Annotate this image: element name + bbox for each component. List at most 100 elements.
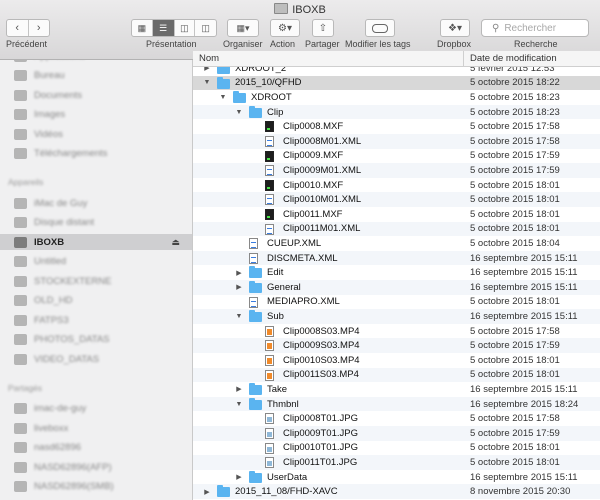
dropbox-button[interactable]: ❖▾ [440,19,470,37]
sidebar-item-label: OLD_HD [34,295,73,306]
folder-row[interactable]: ▼ Clip 5 octobre 2015 18:23 [193,104,600,120]
view-control: ▦ ☰ ◫ ◫ [131,19,217,37]
sidebar-item[interactable]: NASD62896(SMB) [0,479,192,495]
folder-row[interactable]: ▶ General 16 septembre 2015 15:11 [193,280,600,295]
search-field[interactable]: ⚲ Rechercher [481,19,589,37]
sidebar-item[interactable]: Vidéos [0,126,192,142]
sidebar-item[interactable]: imac-de-guy [0,401,192,417]
disclosure-open-icon[interactable]: ▼ [235,401,243,408]
arrange-button[interactable]: ▦▾ [227,19,259,37]
back-button[interactable]: ‹ [7,20,29,36]
file-date: 8 novembre 2015 20:30 [470,486,571,498]
edit-tags-button[interactable] [365,19,395,37]
sidebar-item[interactable]: Images [0,107,192,123]
sidebar-item-label: Disque distant [34,217,95,228]
column-name-header[interactable]: Nom [199,53,219,64]
sidebar-item[interactable]: VIDEO_DATAS [0,351,192,367]
xml-file-icon [265,136,274,147]
sidebar-item[interactable]: IBOXB ⏏ [0,234,192,250]
folder-row[interactable]: ▼ XDROOT 5 octobre 2015 18:23 [193,90,600,105]
file-row[interactable]: MEDIAPRO.XML 5 octobre 2015 18:01 [193,295,600,310]
file-row[interactable]: Clip0010S03.MP4 5 octobre 2015 18:01 [193,353,600,368]
sidebar-item[interactable]: Téléchargements [0,146,192,162]
sidebar-item[interactable]: NASD62896(AFP) [0,459,192,475]
column-date-header[interactable]: Date de modification [470,53,557,64]
file-row[interactable]: Clip0008M01.XML 5 octobre 2015 17:58 [193,134,600,149]
file-name: XDROOT [251,91,292,103]
file-row[interactable]: Clip0009.MXF 5 octobre 2015 17:59 [193,149,600,164]
folder-row[interactable]: ▶ XDROOT_2 5 février 2015 12:53 [193,67,600,76]
disclosure-closed-icon[interactable]: ▶ [235,385,243,393]
sidebar-item[interactable]: OLD_HD [0,293,192,309]
icon-view-button[interactable]: ▦ [132,20,153,36]
disclosure-open-icon[interactable]: ▼ [235,109,243,116]
file-name: 2015_11_08/FHD-XAVC [235,486,338,498]
file-row[interactable]: Clip0010M01.XML 5 octobre 2015 18:01 [193,192,600,207]
column-view-button[interactable]: ◫ [175,20,196,36]
mp4-file-icon [265,369,274,381]
sidebar-item[interactable]: liveboxx [0,420,192,436]
file-row[interactable]: Clip0011S03.MP4 5 octobre 2015 18:01 [193,367,600,383]
file-name: CUEUP.XML [267,237,322,249]
file-row[interactable]: Clip0008T01.JPG 5 octobre 2015 17:58 [193,411,600,426]
list-view-button[interactable]: ☰ [152,20,175,36]
folder-row[interactable]: ▼ 2015_10/QFHD 5 octobre 2015 18:22 [193,75,600,91]
share-label: Partager [305,39,340,49]
folder-row[interactable]: ▶ 2015_11_08/FHD-XAVC 8 novembre 2015 20:3… [193,484,600,499]
sidebar-item-icon [14,295,27,306]
sidebar-item[interactable]: nasd62896 [0,440,192,456]
file-date: 5 octobre 2015 18:04 [470,237,560,249]
disclosure-closed-icon[interactable]: ▶ [235,283,243,291]
folder-row[interactable]: ▶ UserData 16 septembre 2015 15:11 [193,470,600,485]
disclosure-closed-icon[interactable]: ▶ [235,473,243,481]
sidebar-item[interactable]: STOCKEXTERNE [0,273,192,289]
sidebar-item[interactable]: Documents [0,87,192,103]
file-date: 5 février 2015 12:53 [470,67,555,74]
file-row[interactable]: Clip0010T01.JPG 5 octobre 2015 18:01 [193,441,600,456]
file-row[interactable]: Clip0008S03.MP4 5 octobre 2015 17:58 [193,324,600,339]
file-row[interactable]: Clip0011M01.XML 5 octobre 2015 18:01 [193,221,600,237]
disclosure-open-icon[interactable]: ▼ [219,94,227,101]
file-row[interactable]: Clip0008.MXF 5 octobre 2015 17:58 [193,119,600,134]
file-date: 16 septembre 2015 15:11 [470,310,578,322]
file-name: MEDIAPRO.XML [267,296,340,308]
folder-row[interactable]: ▼ Sub 16 septembre 2015 15:11 [193,309,600,324]
disclosure-closed-icon[interactable]: ▶ [203,488,211,496]
file-row[interactable]: Clip0009T01.JPG 5 octobre 2015 17:59 [193,426,600,441]
sidebar-item[interactable]: PHOTOS_DATAS [0,332,192,348]
sidebar-item-icon [14,422,27,434]
file-row[interactable]: DISCMETA.XML 16 septembre 2015 15:11 [193,250,600,266]
sidebar-item[interactable]: Applications [0,60,192,64]
file-date: 5 octobre 2015 17:58 [470,135,560,147]
sidebar-item[interactable]: Disque distant [0,215,192,231]
sidebar-item[interactable]: FATPS3 [0,312,192,328]
sidebar-item[interactable]: Untitled [0,254,192,270]
folder-row[interactable]: ▶ Edit 16 septembre 2015 15:11 [193,265,600,280]
folder-row[interactable]: ▼ Thmbnl 16 septembre 2015 18:24 [193,396,600,412]
file-date: 5 octobre 2015 18:23 [470,106,560,118]
arrange-label: Organiser [223,39,263,49]
file-row[interactable]: Clip0011T01.JPG 5 octobre 2015 18:01 [193,455,600,470]
file-row[interactable]: Clip0009S03.MP4 5 octobre 2015 17:59 [193,338,600,353]
file-row[interactable]: Clip0009M01.XML 5 octobre 2015 17:59 [193,163,600,178]
disclosure-open-icon[interactable]: ▼ [203,79,211,86]
eject-icon[interactable]: ⏏ [171,237,180,248]
share-button[interactable]: ⇧ [312,19,334,37]
folder-row[interactable]: ▶ Take 16 septembre 2015 15:11 [193,382,600,397]
file-name: Sub [267,310,284,322]
column-divider[interactable] [463,51,464,67]
file-row[interactable]: Clip0010.MXF 5 octobre 2015 18:01 [193,178,600,193]
disclosure-closed-icon[interactable]: ▶ [235,269,243,277]
forward-button[interactable]: › [29,20,50,36]
sidebar-item-label: STOCKEXTERNE [34,275,112,287]
file-row[interactable]: CUEUP.XML 5 octobre 2015 18:04 [193,236,600,251]
search-icon: ⚲ [492,22,500,34]
file-row[interactable]: Clip0011.MXF 5 octobre 2015 18:01 [193,207,600,222]
sidebar-item[interactable]: iMac de Guy [0,195,192,211]
disclosure-closed-icon[interactable]: ▶ [203,67,211,72]
action-button[interactable]: ⚙▾ [270,19,300,37]
sidebar-item[interactable]: Bureau [0,68,192,84]
coverflow-view-button[interactable]: ◫ [195,20,216,36]
sidebar: Applications Bureau Documents Images Vidéos T… [0,60,193,500]
disclosure-open-icon[interactable]: ▼ [235,313,243,320]
